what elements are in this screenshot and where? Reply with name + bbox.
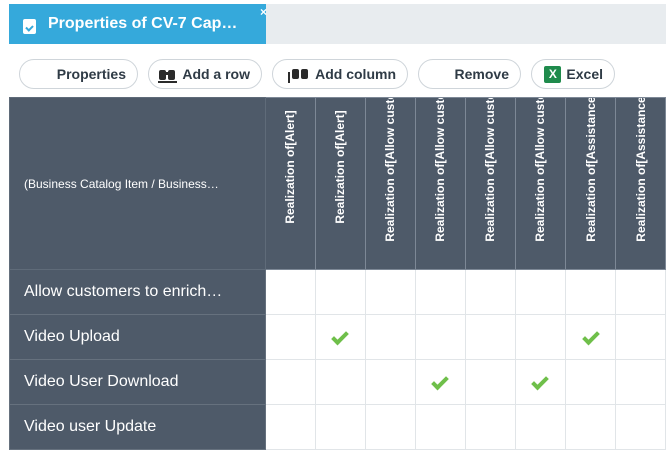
grid-cell[interactable] <box>514 359 566 405</box>
binoculars-column-icon <box>288 66 310 83</box>
add-row-button[interactable]: Add a row <box>148 59 262 89</box>
grid-cell[interactable] <box>564 359 617 405</box>
grid-cell[interactable] <box>414 359 466 405</box>
corner-header: (Business Catalog Item / Business… <box>9 97 266 270</box>
grid-cell[interactable] <box>364 404 416 450</box>
column-header-label: Realization of[Alert] <box>333 110 348 224</box>
grid-cell[interactable] <box>364 314 416 360</box>
grid-cell[interactable] <box>264 359 316 405</box>
grid-cell[interactable] <box>615 359 666 405</box>
table-row: Video Upload <box>9 314 666 360</box>
grid-cell[interactable] <box>414 269 466 315</box>
grid-cell[interactable] <box>615 404 666 450</box>
checkmark-icon <box>331 327 350 346</box>
grid-cell[interactable] <box>564 314 617 360</box>
grid-cell[interactable] <box>264 314 316 360</box>
grid-cell[interactable] <box>314 314 366 360</box>
grid-cell[interactable] <box>564 269 617 315</box>
grid-cell[interactable] <box>314 359 366 405</box>
grid-cell[interactable] <box>514 404 566 450</box>
column-header-label: Realization of[Assistance] <box>583 97 598 242</box>
table-row: Video User Download <box>9 359 666 405</box>
add-column-button-label: Add column <box>315 66 396 82</box>
remove-button[interactable]: Remove <box>418 59 521 89</box>
remove-button-label: Remove <box>454 66 509 82</box>
tab-title: Properties of CV-7 Cap… <box>48 15 238 32</box>
checkmark-icon <box>531 372 550 391</box>
grid-cell[interactable] <box>314 269 366 315</box>
grid-cell[interactable] <box>464 359 516 405</box>
column-header[interactable]: Realization of[Assistance] <box>564 97 617 270</box>
table-row: Video user Update <box>9 404 666 450</box>
table-row: Allow customers to enrich… <box>9 269 666 315</box>
checkmark-icon <box>581 327 600 346</box>
properties-grid: (Business Catalog Item / Business… Reali… <box>9 97 666 450</box>
column-header-label: Realization of[Allow custo <box>433 97 448 242</box>
grid-cell[interactable] <box>314 404 366 450</box>
column-header-label: Realization of[Alert] <box>283 110 298 224</box>
grid-cell[interactable] <box>615 269 666 315</box>
grid-cell[interactable] <box>364 269 416 315</box>
row-header[interactable]: Video User Download <box>9 359 266 405</box>
row-header[interactable]: Video user Update <box>9 404 266 450</box>
excel-icon: X <box>544 65 562 83</box>
column-header[interactable]: Realization of[Allow custo <box>364 97 416 270</box>
grid-cell[interactable] <box>514 269 566 315</box>
grid-cell[interactable] <box>264 269 316 315</box>
add-row-button-label: Add a row <box>182 66 250 82</box>
grid-cell[interactable] <box>414 404 466 450</box>
document-check-icon <box>23 19 36 34</box>
close-icon[interactable]: × <box>260 6 267 18</box>
tab-strip: Properties of CV-7 Cap… × <box>0 0 666 50</box>
column-header[interactable]: Realization of[Assistance] <box>615 97 666 270</box>
column-header-label: Realization of[Allow custo <box>383 97 398 242</box>
column-header-label: Realization of[Assistance] <box>633 97 648 242</box>
properties-button-label: Properties <box>56 66 126 82</box>
grid-header-row: (Business Catalog Item / Business… Reali… <box>9 97 666 270</box>
column-header-label: Realization of[Allow custo <box>533 97 548 242</box>
excel-button[interactable]: X Excel <box>531 59 615 89</box>
grid-cell[interactable] <box>464 314 516 360</box>
toolbar: Properties Add a row Add column Remove X… <box>0 55 666 93</box>
column-header[interactable]: Realization of[Allow custo <box>414 97 466 270</box>
column-header[interactable]: Realization of[Alert] <box>264 97 316 270</box>
grid-cell[interactable] <box>615 314 666 360</box>
grid-cell[interactable] <box>564 404 617 450</box>
column-header[interactable]: Realization of[Alert] <box>314 97 366 270</box>
add-column-button[interactable]: Add column <box>272 59 408 89</box>
grid-cell[interactable] <box>264 404 316 450</box>
column-header[interactable]: Realization of[Allow custo <box>464 97 516 270</box>
tab-properties[interactable]: Properties of CV-7 Cap… × <box>9 4 267 44</box>
row-header[interactable]: Video Upload <box>9 314 266 360</box>
grid-cell[interactable] <box>364 359 416 405</box>
tab-strip-background <box>266 4 666 44</box>
excel-button-label: Excel <box>566 66 603 82</box>
grid-cell[interactable] <box>514 314 566 360</box>
grid-cell[interactable] <box>464 269 516 315</box>
column-header[interactable]: Realization of[Allow custo <box>514 97 566 270</box>
grid-cell[interactable] <box>464 404 516 450</box>
grid-cell[interactable] <box>414 314 466 360</box>
column-header-label: Realization of[Allow custo <box>483 97 498 242</box>
row-header[interactable]: Allow customers to enrich… <box>9 269 266 315</box>
properties-button[interactable]: Properties <box>19 59 138 89</box>
checkmark-icon <box>431 372 450 391</box>
binoculars-icon <box>158 66 178 83</box>
